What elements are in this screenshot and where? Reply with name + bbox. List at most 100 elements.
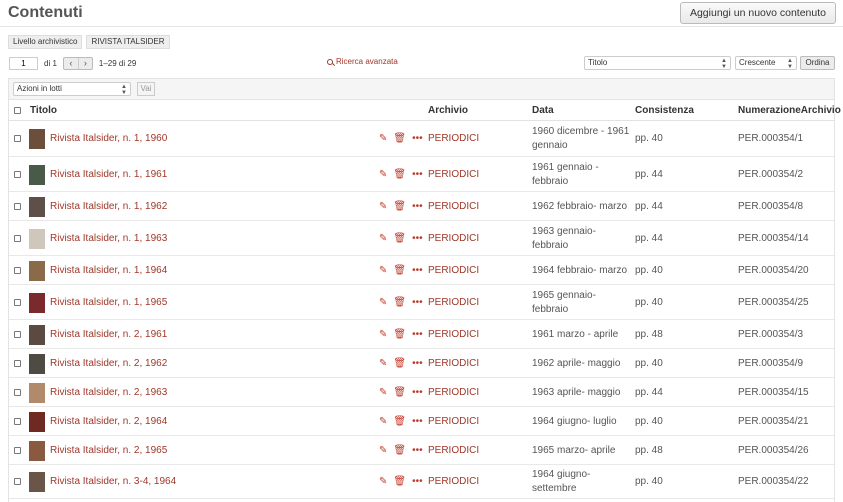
column-archive[interactable]: Archivio xyxy=(428,105,468,116)
row-checkbox[interactable] xyxy=(14,447,21,454)
go-button[interactable]: Vai xyxy=(137,82,155,96)
prev-page-button[interactable]: ‹ xyxy=(64,58,78,69)
column-size[interactable]: Consistenza xyxy=(635,105,694,116)
row-thumbnail[interactable] xyxy=(29,383,45,403)
row-title-link[interactable]: Rivista Italsider, n. 2, 1963 xyxy=(50,387,167,398)
more-icon[interactable]: ••• xyxy=(412,330,423,340)
trash-icon[interactable]: 🗑 xyxy=(393,202,406,212)
pencil-icon[interactable]: ✎ xyxy=(379,388,387,398)
column-date[interactable]: Data xyxy=(532,105,554,116)
row-archive-link[interactable]: PERIODICI xyxy=(428,416,479,427)
pencil-icon[interactable]: ✎ xyxy=(379,266,387,276)
row-thumbnail[interactable] xyxy=(29,354,45,374)
column-title[interactable]: Titolo xyxy=(30,105,57,116)
row-checkbox[interactable] xyxy=(14,331,21,338)
row-title-link[interactable]: Rivista Italsider, n. 1, 1960 xyxy=(50,133,167,144)
row-archive-link[interactable]: PERIODICI xyxy=(428,233,479,244)
trash-icon[interactable]: 🗑 xyxy=(393,477,406,487)
advanced-search-link[interactable]: Ricerca avanzata xyxy=(327,57,398,66)
trash-icon[interactable]: 🗑 xyxy=(393,359,406,369)
row-checkbox[interactable] xyxy=(14,135,21,142)
pencil-icon[interactable]: ✎ xyxy=(379,359,387,369)
row-thumbnail[interactable] xyxy=(29,441,45,461)
trash-icon[interactable]: 🗑 xyxy=(393,234,406,244)
next-page-button[interactable]: › xyxy=(77,57,92,69)
row-checkbox[interactable] xyxy=(14,203,21,210)
sort-field-select[interactable]: Titolo ▲ ▼ xyxy=(584,56,731,70)
row-archive-link[interactable]: PERIODICI xyxy=(428,265,479,276)
row-title-link[interactable]: Rivista Italsider, n. 1, 1963 xyxy=(50,233,167,244)
column-number[interactable]: NumerazioneArchivio xyxy=(738,105,841,116)
pencil-icon[interactable]: ✎ xyxy=(379,330,387,340)
trash-icon[interactable]: 🗑 xyxy=(393,266,406,276)
trash-icon[interactable]: 🗑 xyxy=(393,134,406,144)
more-icon[interactable]: ••• xyxy=(412,477,423,487)
row-title-link[interactable]: Rivista Italsider, n. 2, 1961 xyxy=(50,329,167,340)
more-icon[interactable]: ••• xyxy=(412,388,423,398)
trash-icon[interactable]: 🗑 xyxy=(393,330,406,340)
row-title-link[interactable]: Rivista Italsider, n. 2, 1965 xyxy=(50,445,167,456)
more-icon[interactable]: ••• xyxy=(412,298,423,308)
row-thumbnail[interactable] xyxy=(29,129,45,149)
trash-icon[interactable]: 🗑 xyxy=(393,446,406,456)
sort-direction-select[interactable]: Crescente ▲ ▼ xyxy=(735,56,797,70)
row-title-link[interactable]: Rivista Italsider, n. 1, 1961 xyxy=(50,169,167,180)
row-title-link[interactable]: Rivista Italsider, n. 1, 1965 xyxy=(50,297,167,308)
pencil-icon[interactable]: ✎ xyxy=(379,417,387,427)
row-archive-link[interactable]: PERIODICI xyxy=(428,476,479,487)
page-number-input[interactable] xyxy=(9,56,38,70)
row-checkbox[interactable] xyxy=(14,389,21,396)
row-archive-link[interactable]: PERIODICI xyxy=(428,445,479,456)
trash-icon[interactable]: 🗑 xyxy=(393,417,406,427)
row-checkbox[interactable] xyxy=(14,360,21,367)
row-archive-link[interactable]: PERIODICI xyxy=(428,201,479,212)
pencil-icon[interactable]: ✎ xyxy=(379,202,387,212)
row-thumbnail[interactable] xyxy=(29,325,45,345)
trash-icon[interactable]: 🗑 xyxy=(393,388,406,398)
row-checkbox[interactable] xyxy=(14,235,21,242)
trash-icon[interactable]: 🗑 xyxy=(393,170,406,180)
row-thumbnail[interactable] xyxy=(29,197,45,217)
row-thumbnail[interactable] xyxy=(29,165,45,185)
row-archive-link[interactable]: PERIODICI xyxy=(428,169,479,180)
row-checkbox[interactable] xyxy=(14,478,21,485)
more-icon[interactable]: ••• xyxy=(412,202,423,212)
select-all-checkbox[interactable] xyxy=(14,107,21,114)
row-title-link[interactable]: Rivista Italsider, n. 1, 1964 xyxy=(50,265,167,276)
more-icon[interactable]: ••• xyxy=(412,234,423,244)
more-icon[interactable]: ••• xyxy=(412,446,423,456)
row-archive-link[interactable]: PERIODICI xyxy=(428,297,479,308)
more-icon[interactable]: ••• xyxy=(412,266,423,276)
row-checkbox[interactable] xyxy=(14,418,21,425)
more-icon[interactable]: ••• xyxy=(412,417,423,427)
row-thumbnail[interactable] xyxy=(29,412,45,432)
breadcrumb-item-rivista[interactable]: RIVISTA ITALSIDER xyxy=(86,35,170,49)
more-icon[interactable]: ••• xyxy=(412,170,423,180)
more-icon[interactable]: ••• xyxy=(412,134,423,144)
row-checkbox[interactable] xyxy=(14,267,21,274)
row-archive-link[interactable]: PERIODICI xyxy=(428,133,479,144)
row-checkbox[interactable] xyxy=(14,299,21,306)
row-archive-link[interactable]: PERIODICI xyxy=(428,358,479,369)
row-checkbox[interactable] xyxy=(14,171,21,178)
trash-icon[interactable]: 🗑 xyxy=(393,298,406,308)
bulk-actions-select[interactable]: Azioni in lotti ▲ ▼ xyxy=(13,82,131,96)
pencil-icon[interactable]: ✎ xyxy=(379,170,387,180)
add-content-button[interactable]: Aggiungi un nuovo contenuto xyxy=(679,2,836,24)
row-archive-link[interactable]: PERIODICI xyxy=(428,387,479,398)
row-thumbnail[interactable] xyxy=(29,229,45,249)
row-title-link[interactable]: Rivista Italsider, n. 2, 1962 xyxy=(50,358,167,369)
row-title-link[interactable]: Rivista Italsider, n. 3-4, 1964 xyxy=(50,476,176,487)
row-thumbnail[interactable] xyxy=(29,472,45,492)
pencil-icon[interactable]: ✎ xyxy=(379,134,387,144)
pencil-icon[interactable]: ✎ xyxy=(379,477,387,487)
pencil-icon[interactable]: ✎ xyxy=(379,234,387,244)
more-icon[interactable]: ••• xyxy=(412,359,423,369)
row-title-link[interactable]: Rivista Italsider, n. 1, 1962 xyxy=(50,201,167,212)
row-thumbnail[interactable] xyxy=(29,293,45,313)
pencil-icon[interactable]: ✎ xyxy=(379,446,387,456)
row-title-link[interactable]: Rivista Italsider, n. 2, 1964 xyxy=(50,416,167,427)
pencil-icon[interactable]: ✎ xyxy=(379,298,387,308)
row-thumbnail[interactable] xyxy=(29,261,45,281)
breadcrumb-item-level[interactable]: Livello archivistico xyxy=(8,35,83,49)
